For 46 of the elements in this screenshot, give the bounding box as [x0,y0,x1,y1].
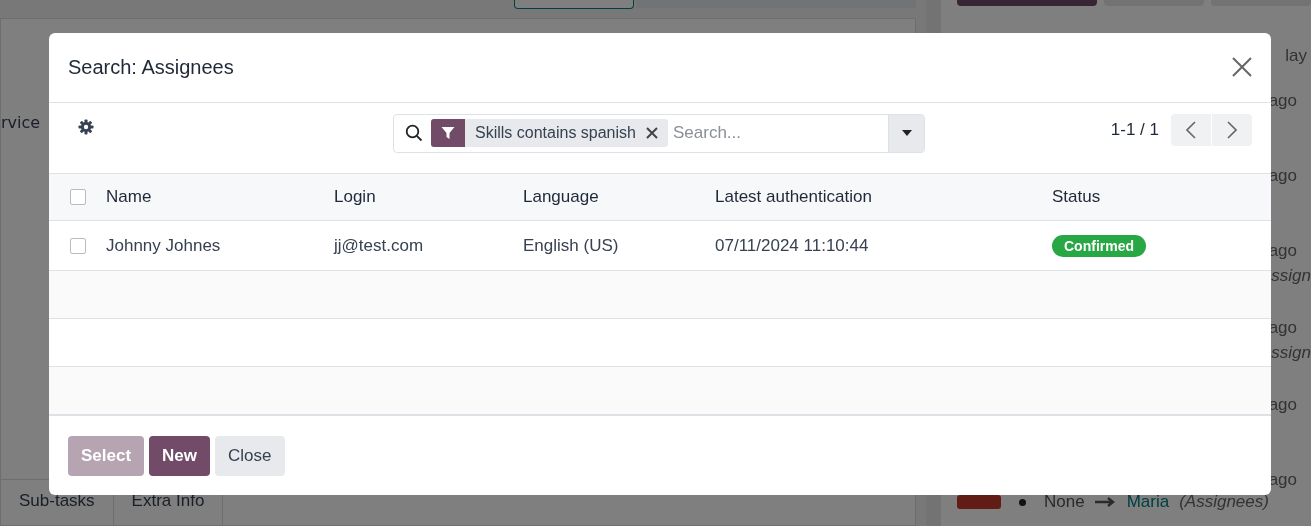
filter-icon [441,126,455,141]
new-value: Maria [1126,492,1170,512]
column-header[interactable]: Latest authentication [715,187,1052,208]
column-header[interactable]: Login [334,187,523,208]
message-time: ago [1268,317,1297,339]
arrow-icon [1094,497,1117,507]
field-name: ssign [1271,265,1311,287]
caret-icon [901,130,912,137]
message-time: ago [1268,90,1297,112]
dialog-button[interactable]: New [149,435,211,476]
message-time: ago [1268,240,1297,262]
message-time: lay [1285,45,1307,67]
field-name: ssign [1271,342,1311,364]
bullet-icon [1019,498,1026,506]
remove-icon[interactable] [645,127,658,140]
table-cell-text: 07/11/2024 11:10:44 [715,235,870,256]
field-name: (Assignees) [1179,492,1269,512]
dialog-button[interactable]: Close [215,435,285,476]
message-time: ago [1268,394,1297,416]
table-cell-text: English (US) [523,235,620,256]
dialog-title: Search: Assignees [68,55,234,79]
search-icon [405,124,423,143]
column-header[interactable]: Language [523,187,715,208]
dropdown-toggle[interactable] [888,114,924,152]
table-cell-text: jj@test.com [334,235,425,256]
close-icon[interactable] [1232,57,1252,78]
chevron-right-icon [1227,120,1237,139]
column-header[interactable]: Name [106,187,334,208]
previous-button[interactable] [1171,113,1211,146]
old-value: None [1044,492,1085,512]
row-checkbox[interactable] [69,237,86,254]
message-time: ago [1268,469,1297,491]
status-stage[interactable] [514,0,634,9]
message-time: ago [1268,165,1297,187]
filter-facet[interactable]: Skills contains spanish [431,119,668,148]
pager-value: 1-1 / 1 [1110,119,1159,140]
field-value: rvice [1,113,41,132]
column-header[interactable]: Status [1052,187,1271,208]
search-field[interactable]: Skills contains spanish Search... [393,113,925,153]
settings-icon[interactable] [78,118,94,135]
chevron-left-icon [1186,120,1196,139]
avatar [957,495,1001,509]
select-all-checkbox[interactable] [69,189,86,206]
status-badge: Confirmed [1052,234,1146,257]
next-button[interactable] [1212,113,1252,146]
table-cell-text: Johnny Johnes [106,235,222,256]
